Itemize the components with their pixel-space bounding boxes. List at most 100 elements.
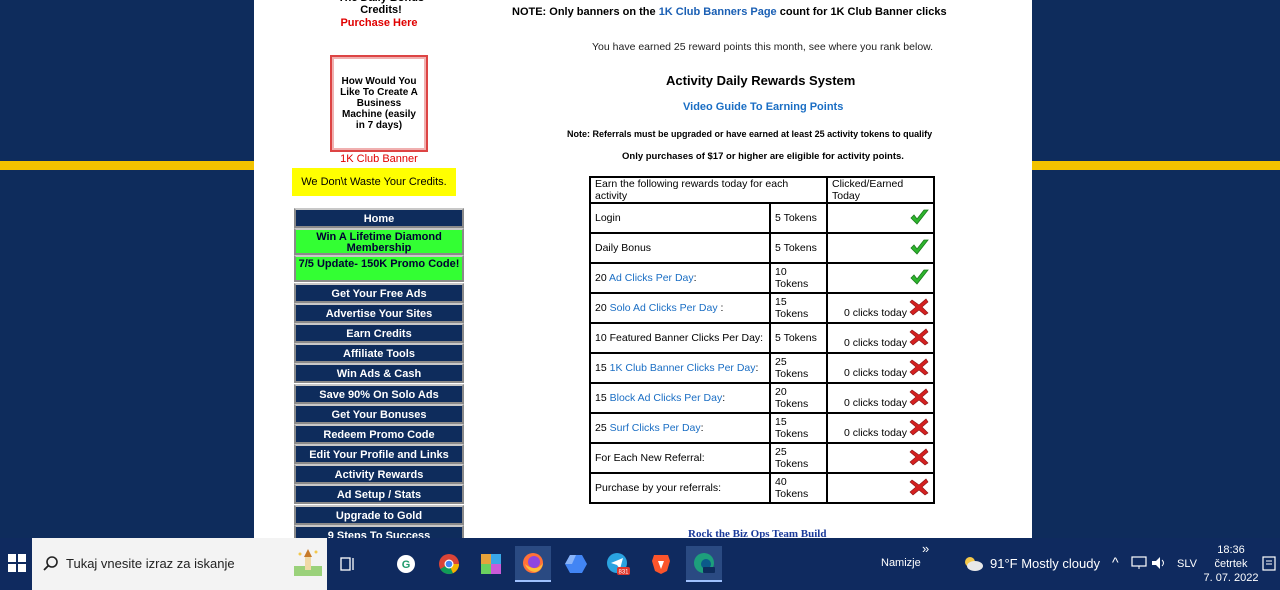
- banner-caption: 1K Club Banner: [340, 153, 418, 165]
- table-row: For Each New Referral: 25 Tokens: [589, 442, 935, 474]
- activity-cell: Daily Bonus: [589, 232, 771, 264]
- sidebar-menu-item[interactable]: Ad Setup / Stats: [294, 484, 464, 505]
- activity-link[interactable]: Solo Ad Clicks Per Day: [610, 302, 718, 314]
- activity-link[interactable]: Surf Clicks Per Day: [610, 422, 701, 434]
- status-cell: [826, 442, 935, 474]
- daily-bonus-heading: The Daily Bonus Credits!: [338, 0, 424, 16]
- table-row: 15 Block Ad Clicks Per Day: 20 Tokens 0 cl…: [589, 382, 935, 414]
- sidebar-menu-item[interactable]: Upgrade to Gold: [294, 504, 464, 525]
- status-cell: [826, 472, 935, 504]
- 1k-club-banners-link[interactable]: 1K Club Banners Page: [659, 6, 777, 18]
- activity-cell: Login: [589, 202, 771, 234]
- cross-icon: [909, 448, 929, 466]
- page-title: Activity Daily Rewards System: [666, 73, 856, 88]
- sidebar-menu-item[interactable]: 9 Steps To Success: [294, 524, 464, 538]
- activity-cell: 20 Solo Ad Clicks Per Day :: [589, 292, 771, 324]
- app-icon[interactable]: [473, 546, 509, 582]
- earned-points-text: You have earned 25 reward points this mo…: [592, 41, 934, 53]
- status-cell: [826, 262, 935, 294]
- sidebar-menu-item[interactable]: Get Your Bonuses: [294, 403, 464, 424]
- chevron-up-icon[interactable]: ^: [1112, 554, 1119, 570]
- status-cell: 0 clicks today: [826, 382, 935, 414]
- clock[interactable]: 18:36 četrtek 7. 07. 2022: [1203, 543, 1259, 585]
- sidebar-menu-item[interactable]: Earn Credits: [294, 322, 464, 343]
- cross-icon: [909, 388, 929, 406]
- table-row: Login 5 Tokens: [589, 202, 935, 234]
- activity-link[interactable]: 1K Club Banner Clicks Per Day: [610, 362, 756, 374]
- sidebar-menu-item[interactable]: Activity Rewards: [294, 464, 464, 485]
- banner-note-prefix: NOTE: Only banners on the: [512, 6, 659, 18]
- taskbar: Tukaj vnesite izraz za iskanje G 831 » N…: [0, 538, 1280, 590]
- tokens-cell: 10 Tokens: [769, 262, 828, 294]
- activity-suffix: :: [700, 422, 704, 434]
- brave-icon[interactable]: [643, 546, 679, 582]
- biz-ops-link[interactable]: Rock the Biz Ops Team Build: [688, 528, 826, 538]
- sidebar-menu-item[interactable]: Redeem Promo Code: [294, 423, 464, 444]
- check-icon: [910, 239, 929, 255]
- page-content: The Daily Bonus Credits! Purchase Here H…: [254, 0, 1032, 538]
- table-row: 25 Surf Clicks Per Day: 15 Tokens 0 clicks…: [589, 412, 935, 444]
- windows-start-icon[interactable]: [8, 554, 26, 572]
- sidebar-menu-item[interactable]: Win Ads & Cash: [294, 363, 464, 384]
- click-status: 0 clicks today: [844, 307, 908, 319]
- zoom-icon[interactable]: [558, 546, 594, 582]
- table-row: 15 1K Club Banner Clicks Per Day: 25 Toke…: [589, 352, 935, 384]
- grammarly-icon[interactable]: G: [388, 546, 424, 582]
- volume-icon[interactable]: [1151, 556, 1167, 570]
- rewards-table: Earn the following rewards today for eac…: [589, 176, 935, 504]
- activity-suffix: :: [693, 272, 697, 284]
- sidebar-menu-item[interactable]: Get Your Free Ads: [294, 282, 464, 303]
- purchase-link[interactable]: Purchase Here: [314, 17, 444, 29]
- clock-day: četrtek: [1214, 558, 1248, 570]
- namizje-label[interactable]: Namizje: [881, 557, 921, 569]
- activity-cell: 15 Block Ad Clicks Per Day:: [589, 382, 771, 414]
- check-icon: [910, 269, 929, 285]
- show-desktop-arrow[interactable]: »: [922, 541, 929, 556]
- click-status: 0 clicks today: [844, 397, 908, 409]
- network-icon[interactable]: [1131, 556, 1147, 570]
- telegram-icon[interactable]: 831: [600, 546, 636, 582]
- sidebar-menu-item[interactable]: Advertise Your Sites: [294, 302, 464, 323]
- sidebar-menu-item[interactable]: Home: [294, 208, 464, 228]
- firefox-icon[interactable]: [515, 546, 551, 582]
- background-right: [1032, 0, 1280, 538]
- video-guide-link[interactable]: Video Guide To Earning Points: [683, 101, 843, 113]
- sidebar-menu-item[interactable]: 7/5 Update- 150K Promo Code!: [294, 255, 464, 283]
- sidebar-menu-item[interactable]: Affiliate Tools: [294, 343, 464, 364]
- cross-icon: [909, 328, 929, 346]
- activity-text: 15: [595, 362, 610, 374]
- tokens-cell: 25 Tokens: [769, 442, 828, 474]
- sidebar-menu-item[interactable]: Save 90% On Solo Ads: [294, 383, 464, 404]
- click-status: 0 clicks today: [844, 367, 908, 379]
- chrome-icon[interactable]: [431, 546, 467, 582]
- yellow-stripe-right: [1032, 161, 1280, 170]
- activity-text: Login: [595, 212, 621, 224]
- check-icon: [910, 209, 929, 225]
- tokens-cell: 25 Tokens: [769, 352, 828, 384]
- notifications-icon[interactable]: [1262, 556, 1276, 572]
- task-view-icon[interactable]: [330, 546, 366, 582]
- sidebar-menu-item[interactable]: Edit Your Profile and Links: [294, 444, 464, 465]
- table-header-activity: Earn the following rewards today for eac…: [589, 176, 828, 204]
- status-cell: 0 clicks today: [826, 412, 935, 444]
- activity-cell: 15 1K Club Banner Clicks Per Day:: [589, 352, 771, 384]
- activity-link[interactable]: Block Ad Clicks Per Day: [610, 392, 723, 404]
- language-indicator[interactable]: SLV: [1177, 558, 1197, 570]
- activity-link[interactable]: Ad Clicks Per Day: [609, 272, 694, 284]
- weather-text[interactable]: 91°F Mostly cloudy: [990, 556, 1100, 571]
- table-header-status: Clicked/Earned Today: [826, 176, 935, 204]
- banner-ad[interactable]: How Would You Like To Create A Business …: [330, 55, 428, 152]
- status-cell: [826, 202, 935, 234]
- sidebar-menu-item[interactable]: Win A Lifetime Diamond Membership: [294, 228, 464, 256]
- table-row: 20 Solo Ad Clicks Per Day :15 Tokens 0 cl…: [589, 292, 935, 324]
- activity-cell: 25 Surf Clicks Per Day:: [589, 412, 771, 444]
- clock-time: 18:36: [1217, 544, 1245, 556]
- click-status: 0 clicks today: [844, 427, 908, 439]
- activity-cell: 10 Featured Banner Clicks Per Day:: [589, 322, 771, 354]
- activity-text: Daily Bonus: [595, 242, 652, 254]
- clock-date: 7. 07. 2022: [1203, 572, 1259, 584]
- activity-text: Purchase by your referrals:: [595, 482, 722, 494]
- table-row: Purchase by your referrals: 40 Tokens: [589, 472, 935, 504]
- edge-dev-icon[interactable]: [686, 546, 722, 582]
- taskbar-search[interactable]: Tukaj vnesite izraz za iskanje: [32, 538, 327, 590]
